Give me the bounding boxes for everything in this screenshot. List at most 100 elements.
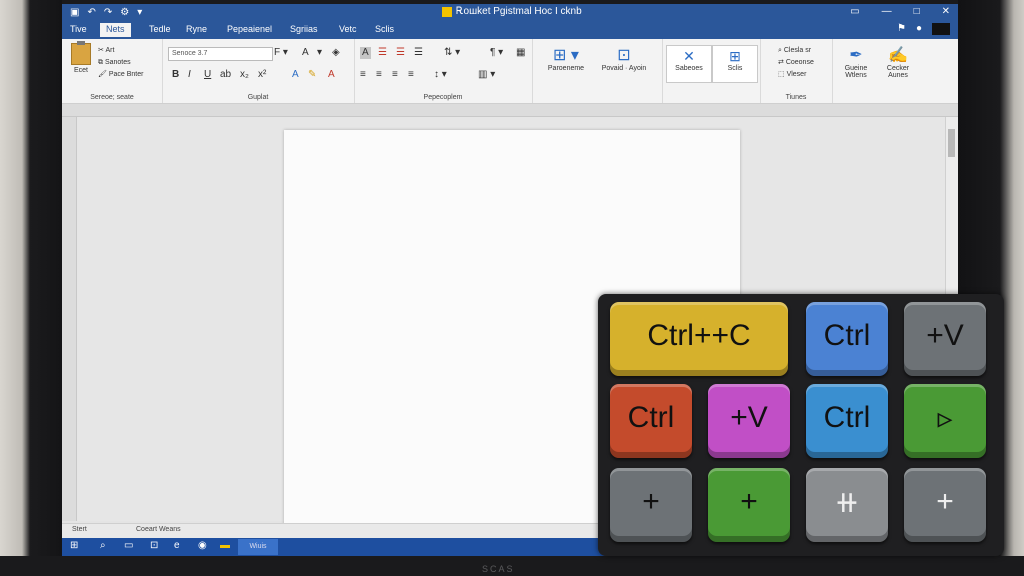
chrome-icon[interactable]: ◉: [198, 540, 207, 551]
share-icon[interactable]: ⚑: [897, 23, 906, 35]
position-button[interactable]: ⊡ Povaid · Ayoin: [596, 45, 652, 72]
vertical-ruler[interactable]: [62, 117, 77, 521]
text-effects-icon[interactable]: A: [292, 69, 299, 81]
format-painter-button[interactable]: 🖌 Pace Bnter: [98, 69, 143, 81]
key-plus-green[interactable]: +: [708, 468, 790, 542]
subscript-icon[interactable]: x₂: [240, 69, 249, 81]
chevron-down-icon[interactable]: ▾: [137, 6, 142, 19]
close-button[interactable]: ✕: [942, 5, 950, 19]
copy-button[interactable]: ⧉ Sanotes: [98, 57, 143, 69]
tab-insert[interactable]: Tedle: [149, 24, 171, 34]
key-plus-v-gray-label: +V: [926, 319, 964, 352]
editor-label: Cecker Aunes: [886, 65, 910, 79]
align-left-icon[interactable]: ≡: [360, 69, 366, 81]
tab-references[interactable]: Sgriias: [290, 24, 318, 34]
shrink-font-icon[interactable]: ▾: [317, 47, 322, 59]
account-icon[interactable]: ●: [916, 23, 922, 35]
store-icon[interactable]: ⊡: [150, 540, 158, 551]
paste-label: Ecet: [73, 67, 88, 74]
tab-review[interactable]: Vetc: [339, 24, 357, 34]
style-heading-label: Sclis: [727, 65, 743, 72]
ribbon-display-icon[interactable]: ▭: [850, 5, 859, 19]
style-box-normal[interactable]: ✕ Sabeoes: [666, 45, 712, 83]
style-box-heading[interactable]: ⊞ Sclis: [712, 45, 758, 83]
editing-group-label: Tiunes: [785, 94, 807, 101]
dictate-button[interactable]: ✒ Gueine Wtlens: [836, 45, 876, 79]
font-name-input[interactable]: Senoce 3.7: [168, 47, 273, 61]
bold-icon[interactable]: B: [172, 69, 179, 81]
sort-icon[interactable]: ⇅ ▾: [444, 47, 460, 59]
key-plus-gray[interactable]: +: [610, 468, 692, 542]
horizontal-ruler[interactable]: [62, 104, 958, 117]
cut-button[interactable]: ✂ Art: [98, 45, 143, 57]
numbering-icon[interactable]: ☰: [378, 47, 387, 59]
multilevel-list-icon[interactable]: ☰: [396, 47, 405, 59]
title-bar: ▣ ↶ ↷ ⚙ ▾ Ꭱoшket Pgistmal Hoc I cknb ▭ —…: [62, 4, 958, 21]
key-double-plus[interactable]: ⧺: [806, 468, 888, 542]
save-icon[interactable]: ▣: [70, 6, 79, 19]
decrease-indent-icon[interactable]: ☰: [414, 47, 423, 59]
style-heading-icon: ⊞: [729, 48, 741, 64]
settings-icon[interactable]: ⚙: [120, 6, 129, 19]
key-ctrl-c[interactable]: Ctrl++C: [610, 302, 788, 376]
align-center-icon[interactable]: ≡: [376, 69, 382, 81]
ribbon: Ecet ✂ Art ⧉ Sanotes 🖌 Pace Bnter Sereoe…: [62, 39, 958, 104]
key-ctrl-blue[interactable]: Ctrl: [806, 302, 888, 376]
redo-icon[interactable]: ↷: [104, 6, 112, 19]
arrange-group: ⊞ ▾ Paroeneme ⊡ Povaid · Ayoin: [532, 39, 663, 103]
find-button[interactable]: ⌕ Clesla sr: [778, 45, 814, 57]
paragraph-format-button[interactable]: ⊞ ▾ Paroeneme: [538, 45, 594, 72]
task-view-icon[interactable]: ▭: [124, 540, 133, 551]
italic-icon[interactable]: I: [188, 69, 191, 81]
key-ctrl-sky[interactable]: Ctrl: [806, 384, 888, 458]
copy-label: Sanotes: [104, 59, 131, 66]
highlight-icon[interactable]: ✎: [308, 69, 316, 81]
select-button[interactable]: ⬚ Vleser: [778, 69, 814, 81]
key-ctrl-red[interactable]: Ctrl: [610, 384, 692, 458]
tab-file[interactable]: Tive: [70, 24, 87, 34]
show-marks-icon[interactable]: ¶ ▾: [490, 47, 503, 59]
align-right-icon[interactable]: ≡: [392, 69, 398, 81]
tab-view[interactable]: Sclis: [375, 24, 394, 34]
replace-label: Coeonse: [785, 59, 814, 66]
strikethrough-icon[interactable]: ab: [220, 69, 231, 81]
scrollbar-thumb[interactable]: [948, 129, 955, 157]
paragraph-settings-icon[interactable]: ▦: [516, 47, 525, 59]
justify-icon[interactable]: ≡: [408, 69, 414, 81]
key-plus-v-gray[interactable]: +V: [904, 302, 986, 376]
account-avatar[interactable]: [932, 23, 950, 35]
paste-button[interactable]: Ecet: [68, 41, 94, 77]
font-size-icon[interactable]: F ▾: [274, 47, 288, 59]
grow-font-icon[interactable]: A: [302, 47, 309, 59]
voice-group: ✒ Gueine Wtlens ✍ Cecker Aunes: [832, 39, 958, 103]
font-color-icon[interactable]: A: [328, 69, 335, 81]
clear-format-icon[interactable]: ◈: [332, 47, 340, 59]
tab-layout[interactable]: Pepeaienel: [227, 24, 272, 34]
replace-button[interactable]: ⇄ Coeonse: [778, 57, 814, 69]
key-play-icon[interactable]: ▹: [904, 384, 986, 458]
edge-icon[interactable]: e: [174, 540, 180, 551]
start-icon[interactable]: ⊞: [70, 540, 78, 551]
clipboard-icon: [71, 41, 91, 65]
tab-design[interactable]: Ryne: [186, 24, 207, 34]
shading-icon[interactable]: ▥ ▾: [478, 69, 495, 81]
folder-icon[interactable]: ▬: [220, 540, 230, 551]
line-spacing-icon[interactable]: ↕ ▾: [434, 69, 447, 81]
style-normal-label: Sabeoes: [675, 65, 703, 72]
quick-access-toolbar: ▣ ↶ ↷ ⚙ ▾: [70, 6, 142, 19]
editor-button[interactable]: ✍ Cecker Aunes: [878, 45, 918, 79]
key-plus-light[interactable]: +: [904, 468, 986, 542]
undo-icon[interactable]: ↶: [87, 6, 95, 19]
underline-icon[interactable]: U: [204, 69, 211, 81]
minimize-button[interactable]: —: [882, 5, 892, 19]
superscript-icon[interactable]: x²: [258, 69, 266, 81]
editing-items: ⌕ Clesla sr ⇄ Coeonse ⬚ Vleser: [778, 45, 814, 81]
monitor-bezel-bottom: SCAS: [0, 556, 1024, 576]
bullets-icon[interactable]: A: [360, 47, 371, 59]
search-icon[interactable]: ⌕: [100, 540, 106, 551]
tab-home[interactable]: Nets: [100, 23, 131, 37]
maximize-button[interactable]: □: [914, 5, 920, 19]
key-plus-v-magenta[interactable]: +V: [708, 384, 790, 458]
taskbar-active-app[interactable]: Wiuis: [238, 539, 278, 555]
key-ctrl-c-label: Ctrl++C: [647, 319, 751, 352]
